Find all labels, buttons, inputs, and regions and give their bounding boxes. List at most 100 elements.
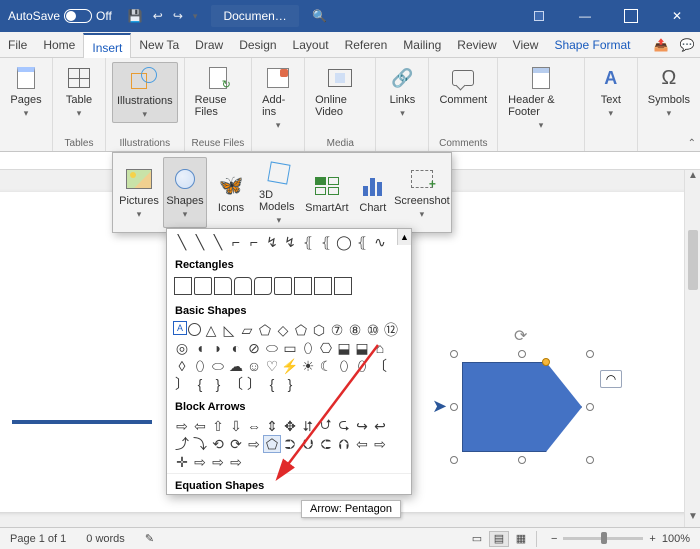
shape-item[interactable]: ⟲ — [209, 435, 227, 453]
shape-item[interactable]: 〔 — [227, 375, 245, 393]
shape-item[interactable] — [294, 277, 312, 295]
shape-item[interactable]: ⑧ — [346, 321, 364, 339]
screenshot-button[interactable]: Screenshot ▾ — [397, 157, 447, 228]
shape-item[interactable]: ◗ — [209, 339, 227, 357]
tab-view[interactable]: View — [505, 32, 547, 57]
reuse-files-button[interactable]: Reuse Files — [191, 62, 245, 120]
maximize-button[interactable] — [608, 0, 654, 32]
shape-item[interactable] — [214, 277, 232, 295]
comment-button[interactable]: Comment — [435, 62, 491, 108]
shape-item[interactable]: ⮋ — [299, 435, 317, 453]
smartart-button[interactable]: SmartArt — [305, 157, 349, 228]
shape-item[interactable]: ⮊ — [281, 435, 299, 453]
shape-item[interactable] — [274, 277, 292, 295]
shape-item[interactable]: ⇧ — [209, 417, 227, 435]
shape-item[interactable]: ⚡ — [281, 357, 299, 375]
shape-item[interactable]: ⬠ — [292, 321, 310, 339]
shape-item[interactable] — [188, 323, 201, 336]
shape-item[interactable] — [194, 277, 212, 295]
resize-handle[interactable] — [586, 403, 594, 411]
tab-home[interactable]: Home — [35, 32, 83, 57]
shape-item[interactable] — [314, 277, 332, 295]
shape-item[interactable]: ⇦ — [353, 435, 371, 453]
zoom-out-button[interactable]: − — [551, 533, 557, 545]
adjustment-handle[interactable] — [542, 358, 550, 366]
shape-item[interactable]: ☁ — [227, 357, 245, 375]
shape-item[interactable]: ⬡ — [310, 321, 328, 339]
shape-item[interactable]: ◊ — [173, 357, 191, 375]
shape-item[interactable]: ⇩ — [227, 417, 245, 435]
shape-item[interactable]: ⬓ — [353, 339, 371, 357]
shape-item[interactable] — [254, 277, 272, 295]
shape-item[interactable]: ☀ — [299, 357, 317, 375]
shape-item[interactable]: ⦃ — [299, 233, 317, 251]
shape-item[interactable]: ☾ — [317, 357, 335, 375]
text-button[interactable]: A Text ▾ — [591, 62, 631, 121]
illustrations-button[interactable]: Illustrations ▾ — [112, 62, 178, 123]
vertical-scrollbar[interactable]: ▲ ▼ — [684, 170, 700, 527]
tab-review[interactable]: Review — [449, 32, 504, 57]
shape-item[interactable]: ⦃ — [353, 233, 371, 251]
pages-button[interactable]: Pages ▾ — [6, 62, 46, 121]
shape-item[interactable]: ◎ — [173, 339, 191, 357]
shape-item[interactable]: 〕 — [173, 375, 191, 393]
resize-handle[interactable] — [586, 350, 594, 358]
table-button[interactable]: Table ▾ — [59, 62, 99, 121]
shape-item[interactable]: ⤴ — [173, 435, 191, 453]
shape-item[interactable]: ⇨ — [227, 453, 245, 471]
view-print-layout-button[interactable]: ▤ — [489, 531, 509, 547]
status-page[interactable]: Page 1 of 1 — [0, 533, 76, 545]
tab-insert[interactable]: Insert — [83, 33, 131, 58]
pentagon-arrow-shape[interactable] — [462, 362, 582, 452]
layout-options-button[interactable]: ◠ — [600, 370, 622, 388]
shape-item[interactable]: ⇔ — [245, 417, 263, 435]
tab-mailings[interactable]: Mailing — [395, 32, 449, 57]
shape-item[interactable]: ⇕ — [263, 417, 281, 435]
comments-button[interactable]: 💬 — [674, 32, 700, 57]
header-footer-button[interactable]: Header & Footer ▾ — [504, 62, 578, 133]
shape-item[interactable]: ↪ — [353, 417, 371, 435]
shape-item[interactable]: ⌂ — [371, 339, 389, 357]
shape-item[interactable]: ↯ — [281, 233, 299, 251]
gallery-scroll-up[interactable]: ▲ — [397, 229, 411, 245]
addins-button[interactable]: Add-ins ▾ — [258, 62, 298, 133]
shape-item[interactable]: ⇨ — [245, 435, 263, 453]
scrollbar-thumb[interactable] — [688, 230, 698, 290]
shape-item[interactable]: ⮈ — [317, 435, 335, 453]
shape-item[interactable]: ↯ — [263, 233, 281, 251]
resize-handle[interactable] — [518, 350, 526, 358]
online-video-button[interactable]: Online Video — [311, 62, 369, 120]
scroll-down-icon[interactable]: ▼ — [685, 511, 700, 527]
shape-item[interactable]: ↩ — [371, 417, 389, 435]
rotate-handle-icon[interactable]: ⟳ — [514, 326, 530, 342]
tab-layout[interactable]: Layout — [285, 32, 337, 57]
shape-item[interactable]: { — [191, 375, 209, 393]
chart-button[interactable]: Chart — [351, 157, 395, 228]
shape-item[interactable] — [334, 277, 352, 295]
tab-new[interactable]: New Ta — [131, 32, 187, 57]
shape-item[interactable] — [174, 277, 192, 295]
resize-handle[interactable] — [450, 350, 458, 358]
document-title[interactable]: Documen… — [211, 5, 298, 27]
shape-item[interactable]: { — [263, 375, 281, 393]
shape-item[interactable]: 〔 — [371, 357, 389, 375]
shape-item[interactable]: ⬓ — [335, 339, 353, 357]
shape-item[interactable]: ⮎ — [335, 417, 353, 435]
shape-item[interactable]: △ — [202, 321, 220, 339]
collapse-ribbon-icon[interactable]: ⌃ — [688, 138, 696, 149]
minimize-button[interactable]: — — [562, 0, 608, 32]
status-words[interactable]: 0 words — [76, 533, 135, 545]
shape-item[interactable]: ⬯ — [299, 339, 317, 357]
shape-item[interactable]: ◖ — [191, 339, 209, 357]
shape-item[interactable]: ⬭ — [263, 339, 281, 357]
shape-item[interactable] — [234, 277, 252, 295]
drawn-line-shape[interactable] — [12, 420, 152, 424]
redo-icon[interactable]: ↪ — [173, 9, 183, 23]
shape-item[interactable]: ⮃ — [299, 417, 317, 435]
shape-item[interactable]: A — [173, 321, 187, 335]
shape-item[interactable]: ╲ — [191, 233, 209, 251]
shape-item[interactable]: ▭ — [281, 339, 299, 357]
scroll-up-icon[interactable]: ▲ — [685, 170, 700, 186]
view-focus-button[interactable]: ▭ — [467, 531, 487, 547]
tab-shape-format[interactable]: Shape Format — [546, 32, 638, 57]
